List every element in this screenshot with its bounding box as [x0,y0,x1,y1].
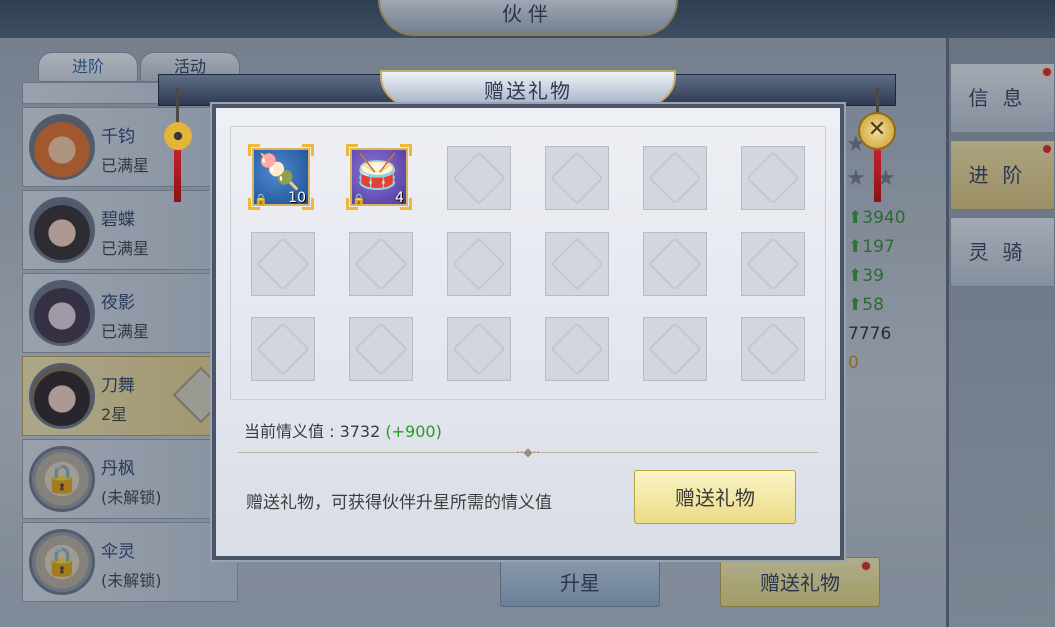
slot-ornament-icon [452,237,506,291]
intimacy-label: 当前情义值 : 3732 [244,422,381,441]
slot-ornament-icon [648,322,702,376]
slot-ornament-icon [648,151,702,205]
slot-ornament-icon [354,322,408,376]
divider-ornament-icon: ··◆·· [515,445,541,459]
empty-slot[interactable] [545,232,609,296]
lock-icon: 🔒 [254,193,268,206]
empty-slot[interactable] [545,317,609,381]
empty-slot[interactable] [251,317,315,381]
selection-corner [248,144,260,156]
slot-ornament-icon [746,151,800,205]
empty-slot[interactable] [741,317,805,381]
selection-corner [302,144,314,156]
empty-slot[interactable] [447,146,511,210]
empty-slot[interactable] [741,146,805,210]
candied-haws-icon: 🍡 [258,152,301,192]
slot-ornament-icon [256,322,310,376]
slot-ornament-icon [550,151,604,205]
gift-hint-text: 赠送礼物，可获得伙伴升星所需的情义值 [246,493,552,513]
hanging-cord [876,88,879,114]
close-icon[interactable]: ✕ [858,112,896,150]
rattle-drum-icon: 🥁 [356,152,399,192]
intimacy-gain: (+900) [385,422,442,441]
slot-ornament-icon [452,151,506,205]
item-grid [230,126,826,400]
dialog-title: 赠送礼物 [380,70,676,106]
gift-item-slot[interactable]: 🥁 🔒 4 [346,144,412,210]
coin-ornament-icon [164,122,192,150]
slot-ornament-icon [256,237,310,291]
empty-slot[interactable] [741,232,805,296]
empty-slot[interactable] [643,232,707,296]
item-count: 10 [288,190,306,206]
empty-slot[interactable] [545,146,609,210]
empty-slot[interactable] [643,146,707,210]
gift-item-slot[interactable]: 🍡 🔒 10 [248,144,314,210]
empty-slot[interactable] [447,317,511,381]
tassel-ornament [874,150,881,202]
slot-ornament-icon [550,237,604,291]
empty-slot[interactable] [349,232,413,296]
item-count: 4 [395,190,404,206]
empty-slot[interactable] [349,317,413,381]
hanging-cord [176,88,179,124]
selection-corner [400,144,412,156]
slot-ornament-icon [550,322,604,376]
lock-icon: 🔒 [352,193,366,206]
slot-ornament-icon [452,322,506,376]
slot-ornament-icon [354,237,408,291]
slot-ornament-icon [746,322,800,376]
selection-corner [346,144,358,156]
slot-ornament-icon [648,237,702,291]
slot-ornament-icon [746,237,800,291]
empty-slot[interactable] [447,232,511,296]
intimacy-value: 当前情义值 : 3732 (+900) [244,418,442,442]
tassel-ornament [174,150,181,202]
empty-slot[interactable] [643,317,707,381]
empty-slot[interactable] [251,232,315,296]
send-gift-button[interactable]: 赠送礼物 [634,470,796,524]
